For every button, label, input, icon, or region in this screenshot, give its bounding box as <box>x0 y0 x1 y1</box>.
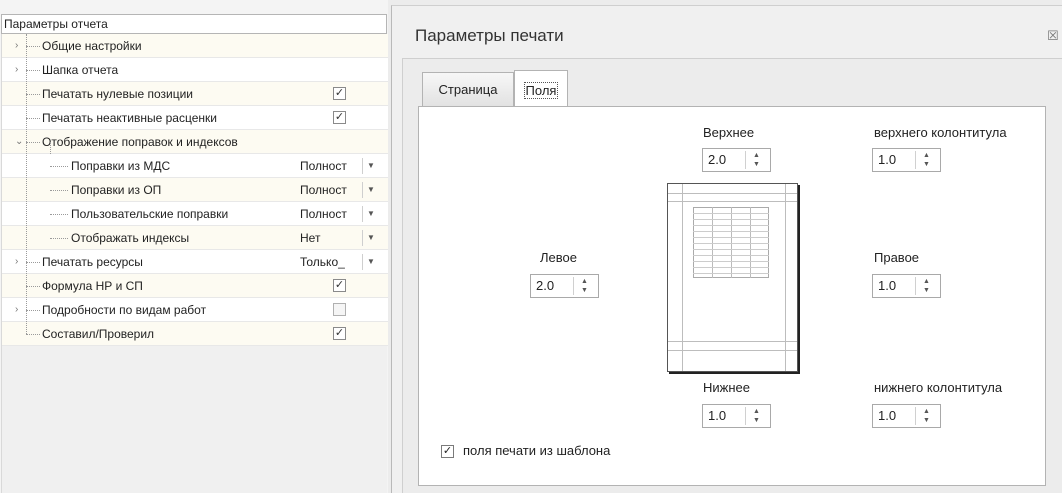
print-resources-select[interactable]: Только_ <box>300 250 360 274</box>
tree-row-print-zero-positions: Печатать нулевые позиции ✓ <box>2 82 388 106</box>
page-preview-table-icon <box>693 207 769 278</box>
tree-row-user-corrections: Пользовательские поправки Полност ▼ <box>2 202 388 226</box>
compiled-checked-checkbox[interactable]: ✓ <box>333 327 346 340</box>
property-tree: › Общие настройки › Шапка отчета Печатат… <box>1 34 388 493</box>
report-parameters-header: Параметры отчета <box>1 14 387 34</box>
work-details-checkbox[interactable] <box>333 303 346 316</box>
tree-row-show-indexes: Отображать индексы Нет ▼ <box>2 226 388 250</box>
tree-row-label: Шапка отчета <box>42 63 119 77</box>
tab-page[interactable]: Страница <box>422 72 514 106</box>
tree-row-label: Подробности по видам работ <box>42 303 207 317</box>
report-parameters-panel: Параметры отчета › Общие настройки › Шап… <box>0 0 388 493</box>
spin-arrows-icon[interactable]: ▲ ▼ <box>573 277 595 295</box>
header-margin-label: верхнего колонтитула <box>874 125 1007 140</box>
chevron-down-icon[interactable]: ▼ <box>367 202 379 226</box>
right-margin-label: Правое <box>874 250 920 265</box>
bottom-margin-spinner[interactable]: 1.0 ▲ ▼ <box>702 404 771 428</box>
tree-row-print-inactive-rates: Печатать неактивные расценки ✓ <box>2 106 388 130</box>
top-margin-spinner[interactable]: 2.0 ▲ ▼ <box>702 148 771 172</box>
chevron-down-icon[interactable]: ▼ <box>367 154 379 178</box>
tree-row-mds-corrections: Поправки из МДС Полност ▼ <box>2 154 388 178</box>
tree-row-label: Печатать нулевые позиции <box>42 87 193 101</box>
right-margin-spinner[interactable]: 1.0 ▲ ▼ <box>872 274 941 298</box>
footer-margin-spinner[interactable]: 1.0 ▲ ▼ <box>872 404 941 428</box>
tree-row-corrections-display[interactable]: ⌄ Отображение поправок и индексов <box>2 130 388 154</box>
tree-row-report-header[interactable]: › Шапка отчета <box>2 58 388 82</box>
tree-row-label: Поправки из МДС <box>71 159 171 173</box>
tree-row-label: Общие настройки <box>42 39 142 53</box>
tab-margins[interactable]: Поля <box>514 70 568 108</box>
mds-corrections-select[interactable]: Полност <box>300 154 360 178</box>
print-zero-positions-checkbox[interactable]: ✓ <box>333 87 346 100</box>
tab-label: Поля <box>523 82 559 99</box>
left-margin-label: Левое <box>540 250 577 265</box>
left-margin-spinner[interactable]: 2.0 ▲ ▼ <box>530 274 599 298</box>
footer-margin-value[interactable]: 1.0 <box>878 405 896 427</box>
chevron-down-icon[interactable]: ▼ <box>367 250 379 274</box>
tree-row-label: Пользовательские поправки <box>71 207 229 221</box>
top-margin-label: Верхнее <box>703 125 755 140</box>
nr-sp-formula-checkbox[interactable]: ✓ <box>333 279 346 292</box>
page-preview-icon <box>667 183 798 372</box>
right-margin-value[interactable]: 1.0 <box>878 275 896 297</box>
bottom-margin-label: Нижнее <box>703 380 750 395</box>
tree-row-label: Печатать ресурсы <box>42 255 143 269</box>
print-inactive-rates-checkbox[interactable]: ✓ <box>333 111 346 124</box>
left-margin-value[interactable]: 2.0 <box>536 275 554 297</box>
tree-row-label: Отображение поправок и индексов <box>42 135 238 149</box>
chevron-down-icon[interactable]: ▼ <box>367 226 379 250</box>
tree-row-label: Отображать индексы <box>71 231 190 245</box>
bottom-margin-value[interactable]: 1.0 <box>708 405 726 427</box>
margins-from-template-label: поля печати из шаблона <box>463 443 611 458</box>
user-corrections-select[interactable]: Полност <box>300 202 360 226</box>
top-margin-value[interactable]: 2.0 <box>708 149 726 171</box>
close-icon[interactable]: ☒ <box>1047 28 1059 44</box>
spin-arrows-icon[interactable]: ▲ ▼ <box>745 407 767 425</box>
spin-arrows-icon[interactable]: ▲ ▼ <box>915 151 937 169</box>
tree-row-label: Формула НР и СП <box>42 279 143 293</box>
spin-arrows-icon[interactable]: ▲ ▼ <box>915 277 937 295</box>
tree-row-label: Составил/Проверил <box>42 327 155 341</box>
tab-label: Страница <box>438 82 498 97</box>
op-corrections-select[interactable]: Полност <box>300 178 360 202</box>
spin-arrows-icon[interactable]: ▲ ▼ <box>745 151 767 169</box>
header-margin-spinner[interactable]: 1.0 ▲ ▼ <box>872 148 941 172</box>
tree-row-nr-sp-formula: Формула НР и СП ✓ <box>2 274 388 298</box>
tree-row-label: Печатать неактивные расценки <box>42 111 217 125</box>
tree-row-op-corrections: Поправки из ОП Полност ▼ <box>2 178 388 202</box>
tree-row-print-resources[interactable]: › Печатать ресурсы Только_ ▼ <box>2 250 388 274</box>
header-margin-value[interactable]: 1.0 <box>878 149 896 171</box>
dialog-title: Параметры печати <box>415 26 564 45</box>
tree-row-work-details[interactable]: › Подробности по видам работ <box>2 298 388 322</box>
margins-from-template-checkbox[interactable]: ✓ <box>441 445 454 458</box>
tree-row-compiled-checked: Составил/Проверил ✓ <box>2 322 388 346</box>
chevron-down-icon[interactable]: ▼ <box>367 178 379 202</box>
show-indexes-select[interactable]: Нет <box>300 226 360 250</box>
footer-margin-label: нижнего колонтитула <box>874 380 1003 395</box>
spin-arrows-icon[interactable]: ▲ ▼ <box>915 407 937 425</box>
tree-row-label: Поправки из ОП <box>71 183 162 197</box>
tree-row-general-settings[interactable]: › Общие настройки <box>2 34 388 58</box>
